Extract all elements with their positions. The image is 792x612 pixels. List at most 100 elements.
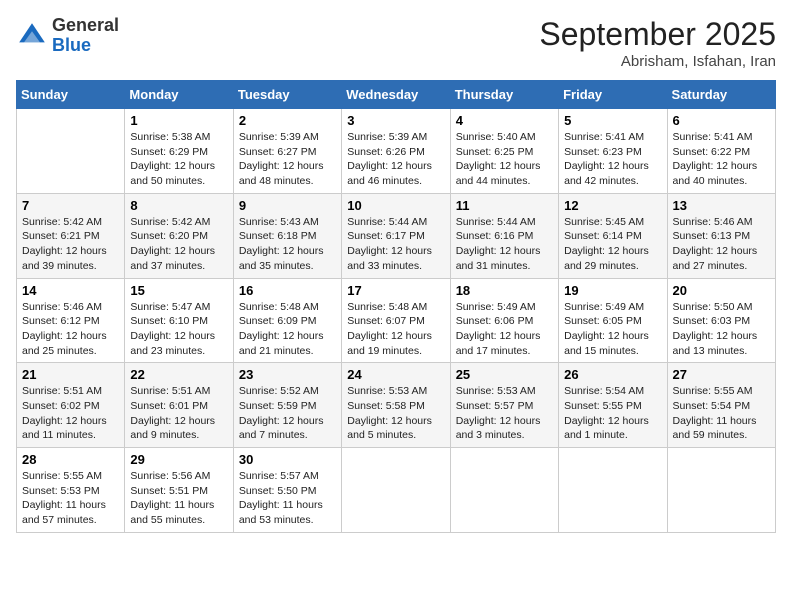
col-header-saturday: Saturday	[667, 81, 775, 109]
day-number: 11	[456, 198, 553, 213]
day-number: 14	[22, 283, 119, 298]
day-number: 28	[22, 452, 119, 467]
day-number: 24	[347, 367, 444, 382]
logo-text: General Blue	[52, 16, 119, 56]
day-cell: 11 Sunrise: 5:44 AM Sunset: 6:16 PM Dayli…	[450, 193, 558, 278]
day-info: Sunrise: 5:49 AM Sunset: 6:06 PM Dayligh…	[456, 300, 553, 359]
day-cell: 7 Sunrise: 5:42 AM Sunset: 6:21 PM Daylig…	[17, 193, 125, 278]
day-info: Sunrise: 5:47 AM Sunset: 6:10 PM Dayligh…	[130, 300, 227, 359]
day-info: Sunrise: 5:57 AM Sunset: 5:50 PM Dayligh…	[239, 469, 336, 528]
day-info: Sunrise: 5:42 AM Sunset: 6:20 PM Dayligh…	[130, 215, 227, 274]
day-info: Sunrise: 5:49 AM Sunset: 6:05 PM Dayligh…	[564, 300, 661, 359]
day-number: 6	[673, 113, 770, 128]
day-number: 22	[130, 367, 227, 382]
day-cell: 25 Sunrise: 5:53 AM Sunset: 5:57 PM Dayli…	[450, 363, 558, 448]
day-cell: 23Sunrise: 5:52 AM Sunset: 5:59 PM Dayli…	[233, 363, 341, 448]
day-number: 10	[347, 198, 444, 213]
day-cell: 15 Sunrise: 5:47 AM Sunset: 6:10 PM Dayli…	[125, 278, 233, 363]
day-cell: 24 Sunrise: 5:53 AM Sunset: 5:58 PM Dayli…	[342, 363, 450, 448]
day-cell: 13 Sunrise: 5:46 AM Sunset: 6:13 PM Dayli…	[667, 193, 775, 278]
logo: General Blue	[16, 16, 119, 56]
day-cell: 4 Sunrise: 5:40 AM Sunset: 6:25 PM Daylig…	[450, 109, 558, 194]
day-cell: 16 Sunrise: 5:48 AM Sunset: 6:09 PM Dayli…	[233, 278, 341, 363]
day-number: 13	[673, 198, 770, 213]
day-cell: 12Sunrise: 5:45 AM Sunset: 6:14 PM Dayli…	[559, 193, 667, 278]
location-subtitle: Abrisham, Isfahan, Iran	[539, 53, 776, 70]
day-number: 21	[22, 367, 119, 382]
day-cell: 27Sunrise: 5:55 AM Sunset: 5:54 PM Dayli…	[667, 363, 775, 448]
day-number: 25	[456, 367, 553, 382]
day-info: Sunrise: 5:53 AM Sunset: 5:58 PM Dayligh…	[347, 384, 444, 443]
day-number: 19	[564, 283, 661, 298]
day-info: Sunrise: 5:48 AM Sunset: 6:09 PM Dayligh…	[239, 300, 336, 359]
day-cell: 26 Sunrise: 5:54 AM Sunset: 5:55 PM Dayli…	[559, 363, 667, 448]
day-info: Sunrise: 5:41 AM Sunset: 6:22 PM Dayligh…	[673, 130, 770, 189]
day-number: 7	[22, 198, 119, 213]
day-number: 15	[130, 283, 227, 298]
day-info: Sunrise: 5:44 AM Sunset: 6:16 PM Dayligh…	[456, 215, 553, 274]
day-cell: 21 Sunrise: 5:51 AM Sunset: 6:02 PM Dayli…	[17, 363, 125, 448]
week-row-1: 1 Sunrise: 5:38 AM Sunset: 6:29 PM Daylig…	[17, 109, 776, 194]
day-number: 3	[347, 113, 444, 128]
day-info: Sunrise: 5:46 AM Sunset: 6:12 PM Dayligh…	[22, 300, 119, 359]
day-cell: 9Sunrise: 5:43 AM Sunset: 6:18 PM Daylig…	[233, 193, 341, 278]
day-info: Sunrise: 5:44 AM Sunset: 6:17 PM Dayligh…	[347, 215, 444, 274]
day-info: Sunrise: 5:40 AM Sunset: 6:25 PM Dayligh…	[456, 130, 553, 189]
calendar-header-row: SundayMondayTuesdayWednesdayThursdayFrid…	[17, 81, 776, 109]
day-number: 18	[456, 283, 553, 298]
day-info: Sunrise: 5:51 AM Sunset: 6:01 PM Dayligh…	[130, 384, 227, 443]
day-cell: 28Sunrise: 5:55 AM Sunset: 5:53 PM Dayli…	[17, 448, 125, 533]
logo-icon	[16, 20, 48, 52]
day-number: 26	[564, 367, 661, 382]
col-header-monday: Monday	[125, 81, 233, 109]
col-header-thursday: Thursday	[450, 81, 558, 109]
day-info: Sunrise: 5:42 AM Sunset: 6:21 PM Dayligh…	[22, 215, 119, 274]
day-cell: 10 Sunrise: 5:44 AM Sunset: 6:17 PM Dayli…	[342, 193, 450, 278]
week-row-2: 7 Sunrise: 5:42 AM Sunset: 6:21 PM Daylig…	[17, 193, 776, 278]
day-cell: 6 Sunrise: 5:41 AM Sunset: 6:22 PM Daylig…	[667, 109, 775, 194]
page-header: General Blue September 2025 Abrisham, Is…	[16, 16, 776, 70]
day-number: 12	[564, 198, 661, 213]
day-number: 2	[239, 113, 336, 128]
week-row-3: 14 Sunrise: 5:46 AM Sunset: 6:12 PM Dayli…	[17, 278, 776, 363]
week-row-4: 21 Sunrise: 5:51 AM Sunset: 6:02 PM Dayli…	[17, 363, 776, 448]
day-number: 20	[673, 283, 770, 298]
day-cell: 20 Sunrise: 5:50 AM Sunset: 6:03 PM Dayli…	[667, 278, 775, 363]
day-info: Sunrise: 5:48 AM Sunset: 6:07 PM Dayligh…	[347, 300, 444, 359]
day-info: Sunrise: 5:39 AM Sunset: 6:26 PM Dayligh…	[347, 130, 444, 189]
month-title: September 2025	[539, 16, 776, 53]
day-number: 9	[239, 198, 336, 213]
day-cell: 29Sunrise: 5:56 AM Sunset: 5:51 PM Dayli…	[125, 448, 233, 533]
day-info: Sunrise: 5:52 AM Sunset: 5:59 PM Dayligh…	[239, 384, 336, 443]
day-number: 1	[130, 113, 227, 128]
day-info: Sunrise: 5:46 AM Sunset: 6:13 PM Dayligh…	[673, 215, 770, 274]
day-cell: 2Sunrise: 5:39 AM Sunset: 6:27 PM Daylig…	[233, 109, 341, 194]
day-number: 30	[239, 452, 336, 467]
day-info: Sunrise: 5:38 AM Sunset: 6:29 PM Dayligh…	[130, 130, 227, 189]
day-info: Sunrise: 5:50 AM Sunset: 6:03 PM Dayligh…	[673, 300, 770, 359]
day-cell	[450, 448, 558, 533]
day-number: 8	[130, 198, 227, 213]
day-number: 17	[347, 283, 444, 298]
day-cell: 14 Sunrise: 5:46 AM Sunset: 6:12 PM Dayli…	[17, 278, 125, 363]
day-cell: 1 Sunrise: 5:38 AM Sunset: 6:29 PM Daylig…	[125, 109, 233, 194]
day-number: 5	[564, 113, 661, 128]
day-cell: 8 Sunrise: 5:42 AM Sunset: 6:20 PM Daylig…	[125, 193, 233, 278]
day-cell	[342, 448, 450, 533]
day-number: 4	[456, 113, 553, 128]
title-block: September 2025 Abrisham, Isfahan, Iran	[539, 16, 776, 70]
day-cell	[667, 448, 775, 533]
day-cell: 18 Sunrise: 5:49 AM Sunset: 6:06 PM Dayli…	[450, 278, 558, 363]
col-header-friday: Friday	[559, 81, 667, 109]
day-number: 27	[673, 367, 770, 382]
col-header-tuesday: Tuesday	[233, 81, 341, 109]
day-info: Sunrise: 5:41 AM Sunset: 6:23 PM Dayligh…	[564, 130, 661, 189]
day-number: 16	[239, 283, 336, 298]
day-info: Sunrise: 5:54 AM Sunset: 5:55 PM Dayligh…	[564, 384, 661, 443]
day-number: 29	[130, 452, 227, 467]
col-header-sunday: Sunday	[17, 81, 125, 109]
day-info: Sunrise: 5:51 AM Sunset: 6:02 PM Dayligh…	[22, 384, 119, 443]
day-info: Sunrise: 5:53 AM Sunset: 5:57 PM Dayligh…	[456, 384, 553, 443]
col-header-wednesday: Wednesday	[342, 81, 450, 109]
day-cell: 5 Sunrise: 5:41 AM Sunset: 6:23 PM Daylig…	[559, 109, 667, 194]
